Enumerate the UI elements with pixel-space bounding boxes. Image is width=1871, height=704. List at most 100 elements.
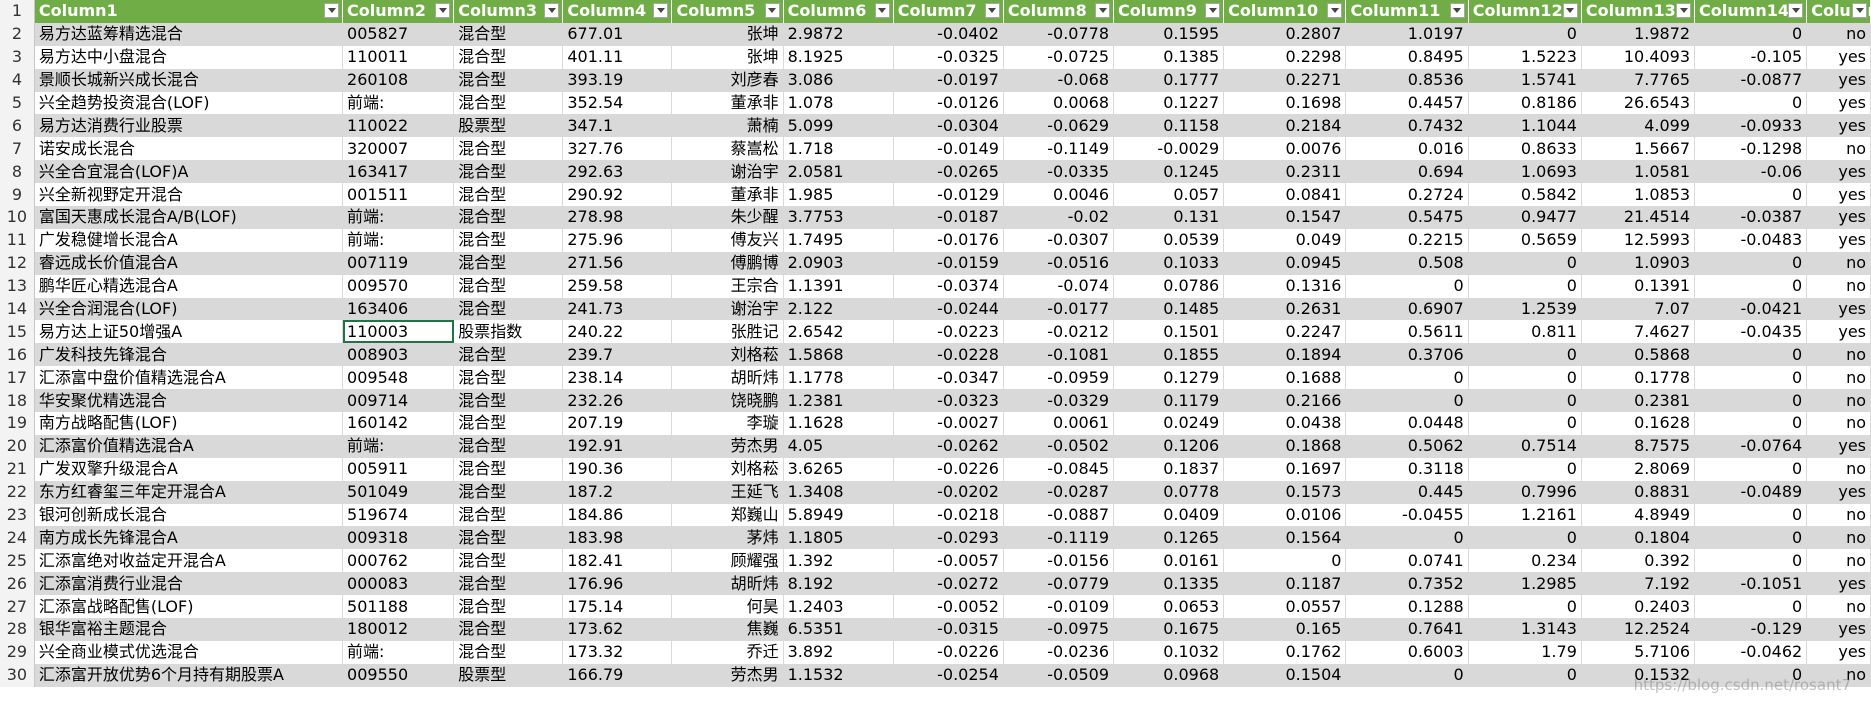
- table-cell[interactable]: -0.0304: [893, 114, 1004, 138]
- table-cell[interactable]: 0.1547: [1223, 206, 1347, 229]
- table-cell[interactable]: 易方达上证50增强A: [34, 320, 344, 344]
- table-cell[interactable]: no: [1806, 526, 1871, 550]
- table-cell[interactable]: 0.8633: [1468, 137, 1582, 161]
- table-cell[interactable]: 1.1044: [1468, 114, 1582, 138]
- table-cell[interactable]: 王延飞: [671, 480, 784, 504]
- table-cell[interactable]: 0.5475: [1345, 206, 1469, 229]
- table-cell[interactable]: 232.26: [562, 389, 673, 413]
- table-cell[interactable]: no: [1806, 457, 1871, 481]
- table-cell[interactable]: 混合型: [453, 297, 564, 321]
- table-cell[interactable]: 008903: [342, 343, 455, 367]
- table-cell[interactable]: 饶晓鹏: [671, 389, 784, 413]
- table-cell[interactable]: 0.1501: [1113, 320, 1225, 344]
- table-cell[interactable]: 2.9872: [783, 22, 894, 46]
- row-number[interactable]: 3: [0, 45, 35, 69]
- table-cell[interactable]: 0.7641: [1345, 618, 1469, 641]
- table-cell[interactable]: 0: [1694, 457, 1808, 481]
- table-cell[interactable]: 352.54: [562, 91, 673, 115]
- table-cell[interactable]: -0.0109: [1003, 595, 1115, 619]
- column-header-4[interactable]: Column4: [562, 0, 673, 23]
- table-cell[interactable]: 混合型: [453, 640, 564, 664]
- row-number[interactable]: 25: [0, 549, 35, 573]
- row-number[interactable]: 22: [0, 480, 35, 504]
- table-cell[interactable]: 187.2: [562, 480, 673, 504]
- table-cell[interactable]: 0.8495: [1345, 45, 1469, 69]
- table-cell[interactable]: 0.4457: [1345, 91, 1469, 115]
- table-cell[interactable]: 0: [1694, 183, 1808, 207]
- filter-dropdown-icon[interactable]: [1852, 3, 1867, 18]
- table-cell[interactable]: 0.2403: [1581, 595, 1696, 619]
- table-cell[interactable]: 前端:: [342, 434, 455, 458]
- table-cell[interactable]: -0.0293: [893, 526, 1004, 550]
- table-cell[interactable]: 0.1698: [1223, 91, 1347, 115]
- column-header-9[interactable]: Column9: [1113, 0, 1225, 23]
- column-header-1[interactable]: Column1: [34, 0, 344, 23]
- table-cell[interactable]: 0.1675: [1113, 618, 1225, 641]
- table-cell[interactable]: -0.0149: [893, 137, 1004, 161]
- table-cell[interactable]: 6.5351: [783, 618, 894, 641]
- table-cell[interactable]: 郑巍山: [671, 503, 784, 527]
- table-cell[interactable]: 0.0076: [1223, 137, 1347, 161]
- table-cell[interactable]: 0: [1694, 343, 1808, 367]
- table-cell[interactable]: 0.1385: [1113, 45, 1225, 69]
- table-cell[interactable]: 401.11: [562, 45, 673, 69]
- table-cell[interactable]: 0.1227: [1113, 91, 1225, 115]
- column-header-13[interactable]: Column13: [1581, 0, 1696, 23]
- table-cell[interactable]: -0.074: [1003, 274, 1115, 298]
- table-cell[interactable]: 0: [1345, 366, 1469, 390]
- table-cell[interactable]: 董承非: [671, 183, 784, 207]
- table-cell[interactable]: 谢治宇: [671, 160, 784, 184]
- table-cell[interactable]: 501188: [342, 595, 455, 619]
- column-header-8[interactable]: Column8: [1003, 0, 1115, 23]
- table-cell[interactable]: 景顺长城新兴成长混合: [34, 68, 344, 92]
- table-cell[interactable]: no: [1806, 343, 1871, 367]
- table-cell[interactable]: 238.14: [562, 366, 673, 390]
- table-cell[interactable]: no: [1806, 22, 1871, 46]
- table-cell[interactable]: no: [1806, 251, 1871, 275]
- table-cell[interactable]: 混合型: [453, 251, 564, 275]
- table-cell[interactable]: 0.6003: [1345, 640, 1469, 664]
- table-cell[interactable]: -0.0516: [1003, 251, 1115, 275]
- filter-dropdown-icon[interactable]: [1095, 3, 1111, 18]
- table-cell[interactable]: 0.0557: [1223, 595, 1347, 619]
- table-cell[interactable]: 0.016: [1345, 137, 1469, 161]
- table-cell[interactable]: 0.0778: [1113, 480, 1225, 504]
- table-cell[interactable]: 12.5993: [1581, 228, 1696, 252]
- table-cell[interactable]: -0.0421: [1694, 297, 1808, 321]
- table-cell[interactable]: 0: [1468, 343, 1582, 367]
- table-cell[interactable]: 0.2166: [1223, 389, 1347, 413]
- table-cell[interactable]: 劳杰男: [671, 434, 784, 458]
- table-cell[interactable]: 广发双擎升级混合A: [34, 457, 344, 481]
- table-cell[interactable]: -0.0197: [893, 68, 1004, 92]
- table-cell[interactable]: 0.2381: [1581, 389, 1696, 413]
- table-cell[interactable]: -0.0202: [893, 480, 1004, 504]
- table-cell[interactable]: -0.1051: [1694, 572, 1808, 596]
- column-header-2[interactable]: Column2: [342, 0, 455, 23]
- table-cell[interactable]: 银河创新成长混合: [34, 503, 344, 527]
- table-cell[interactable]: no: [1806, 503, 1871, 527]
- table-cell[interactable]: 兴全新视野定开混合: [34, 183, 344, 207]
- row-number[interactable]: 6: [0, 114, 35, 138]
- table-cell[interactable]: 张坤: [671, 22, 784, 46]
- table-cell[interactable]: 华安聚优精选混合: [34, 389, 344, 413]
- table-cell[interactable]: 8.192: [783, 572, 894, 596]
- table-cell[interactable]: 184.86: [562, 503, 673, 527]
- table-cell[interactable]: -0.0402: [893, 22, 1004, 46]
- table-cell[interactable]: -0.0347: [893, 366, 1004, 390]
- table-cell[interactable]: 3.7753: [783, 206, 894, 229]
- table-cell[interactable]: 009318: [342, 526, 455, 550]
- filter-dropdown-icon[interactable]: [435, 3, 451, 18]
- row-number[interactable]: 14: [0, 297, 35, 321]
- table-cell[interactable]: 009550: [342, 663, 455, 687]
- table-cell[interactable]: 兴全趋势投资混合(LOF): [34, 91, 344, 115]
- table-cell[interactable]: 混合型: [453, 183, 564, 207]
- table-cell[interactable]: 347.1: [562, 114, 673, 138]
- table-cell[interactable]: 王宗合: [671, 274, 784, 298]
- table-cell[interactable]: 广发稳健增长混合A: [34, 228, 344, 252]
- table-cell[interactable]: 混合型: [453, 160, 564, 184]
- table-cell[interactable]: 混合型: [453, 22, 564, 46]
- row-number[interactable]: 27: [0, 595, 35, 619]
- table-cell[interactable]: 110011: [342, 45, 455, 69]
- table-cell[interactable]: -0.0126: [893, 91, 1004, 115]
- table-cell[interactable]: 0: [1345, 274, 1469, 298]
